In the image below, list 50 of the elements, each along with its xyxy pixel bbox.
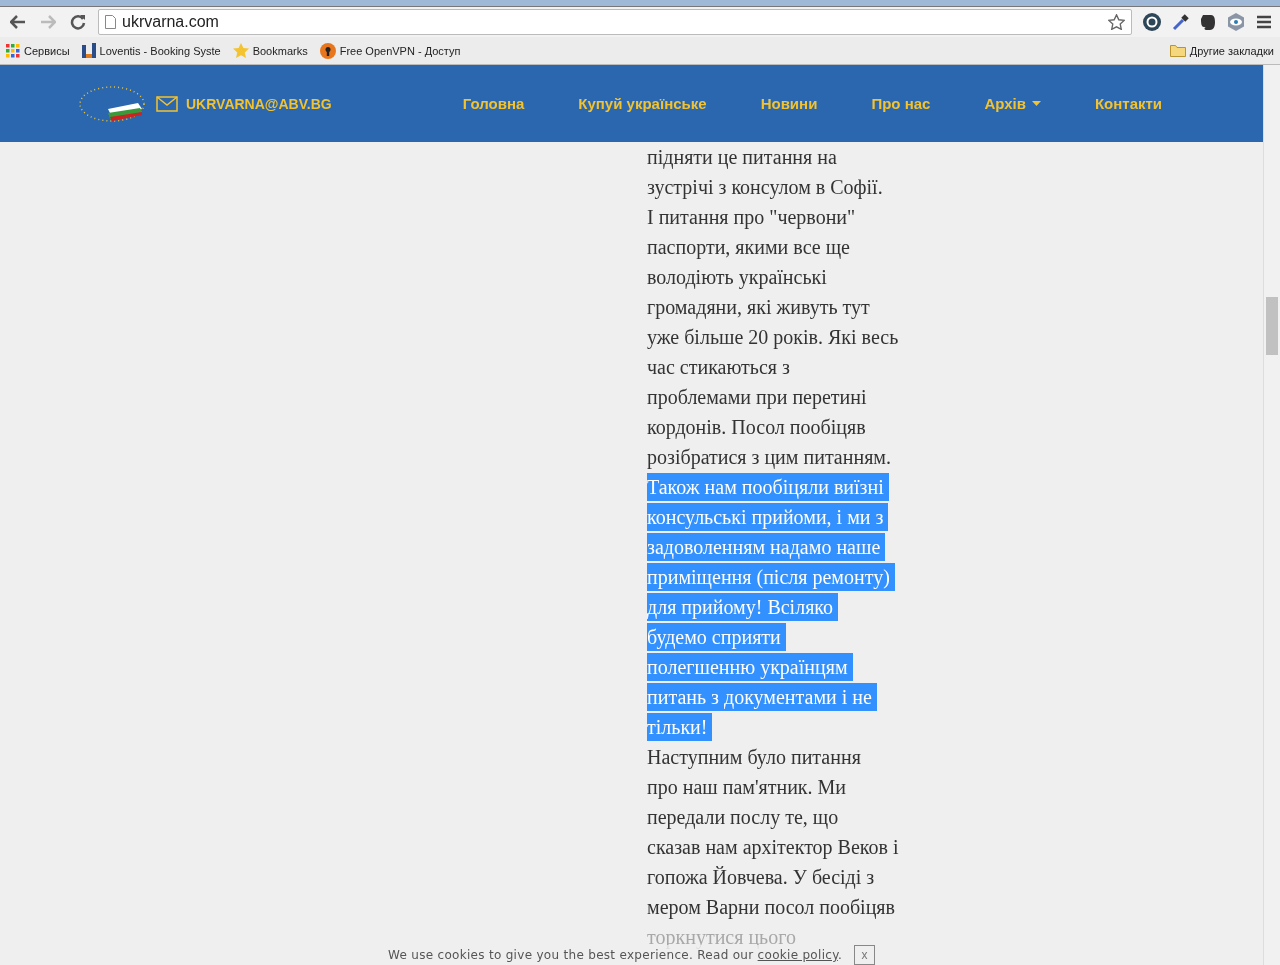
bookmark-item[interactable]: Loventis - Booking Syste bbox=[81, 42, 221, 59]
bookmark-item[interactable]: Bookmarks bbox=[232, 43, 308, 58]
eye-icon[interactable] bbox=[1226, 12, 1246, 32]
reload-button[interactable] bbox=[68, 12, 88, 32]
close-button[interactable]: x bbox=[854, 945, 875, 965]
article-text-line: передали послу те, що bbox=[647, 805, 840, 831]
article-text-line: проблемами при перетині bbox=[647, 385, 868, 411]
nav-link[interactable]: Про нас bbox=[844, 95, 958, 112]
cookie-policy-link[interactable]: cookie policy bbox=[757, 948, 838, 962]
email-link[interactable]: UKRVARNA@ABV.BG bbox=[186, 95, 332, 112]
article-text-line: торкнутися цього bbox=[647, 925, 796, 950]
nav-link[interactable]: Новини bbox=[733, 95, 845, 112]
menu-icon[interactable] bbox=[1256, 15, 1272, 29]
article-text-line: уже більше 20 років. Які весь bbox=[647, 325, 900, 351]
nav-link[interactable]: Контакти bbox=[1067, 95, 1190, 112]
other-bookmarks[interactable]: Другие закладки bbox=[1169, 44, 1274, 57]
keyhole-icon bbox=[319, 42, 336, 59]
article-text-line: володіють українські bbox=[647, 265, 828, 291]
star-outline-icon[interactable] bbox=[1108, 14, 1125, 30]
article-text-line: мером Варни посол пообіцяв bbox=[647, 895, 896, 921]
article-text-line: розібратися з цим питанням. bbox=[647, 445, 892, 471]
url-text: ukrvarna.com bbox=[122, 13, 220, 31]
address-bar[interactable]: ukrvarna.com bbox=[98, 9, 1132, 35]
bookmark-site-icon bbox=[81, 42, 96, 59]
article-text-line: підняти це питання на bbox=[647, 145, 838, 171]
nav-link[interactable]: Купуй українське bbox=[551, 95, 734, 112]
article-text-line: зустрічі з консулом в Софії. bbox=[647, 175, 884, 201]
envelope-icon bbox=[156, 95, 178, 112]
logo-drawing bbox=[78, 84, 146, 123]
article-text-line: кордонів. Посол пообіцяв bbox=[647, 415, 867, 441]
folder-icon bbox=[1169, 44, 1186, 57]
star-icon bbox=[232, 43, 249, 58]
eyedropper-icon[interactable] bbox=[1172, 13, 1190, 31]
cookie-notice: We use cookies to give you the best experience. Read our cookie policy. bbox=[388, 949, 842, 961]
article-text-line: паспорти, якими все ще bbox=[647, 235, 851, 261]
bookmark-item[interactable]: Сервисы bbox=[6, 43, 70, 58]
scroll-thumb[interactable] bbox=[1266, 297, 1278, 355]
article-text-line: І питання про "червони" bbox=[647, 205, 857, 231]
page-icon bbox=[105, 15, 116, 29]
nav-link[interactable]: Головна bbox=[435, 95, 552, 112]
apps-icon bbox=[6, 43, 20, 58]
article-text-line: громадяни, які живуть тут bbox=[647, 295, 871, 321]
extension-icon[interactable] bbox=[1142, 12, 1162, 32]
article-text-line: час стикаються з bbox=[647, 355, 791, 380]
article-text-line: гопожа Йовчева. У бесіді з bbox=[647, 865, 876, 891]
article-text-line: про наш пам'ятник. Ми bbox=[647, 775, 848, 801]
article-text-line: Наступним було питання bbox=[647, 745, 862, 771]
article-text-line: сказав нам архітектор Веков і bbox=[647, 835, 900, 861]
nav-link[interactable]: Архів bbox=[957, 95, 1068, 112]
bookmark-item[interactable]: Free OpenVPN - Доступ bbox=[319, 42, 461, 59]
